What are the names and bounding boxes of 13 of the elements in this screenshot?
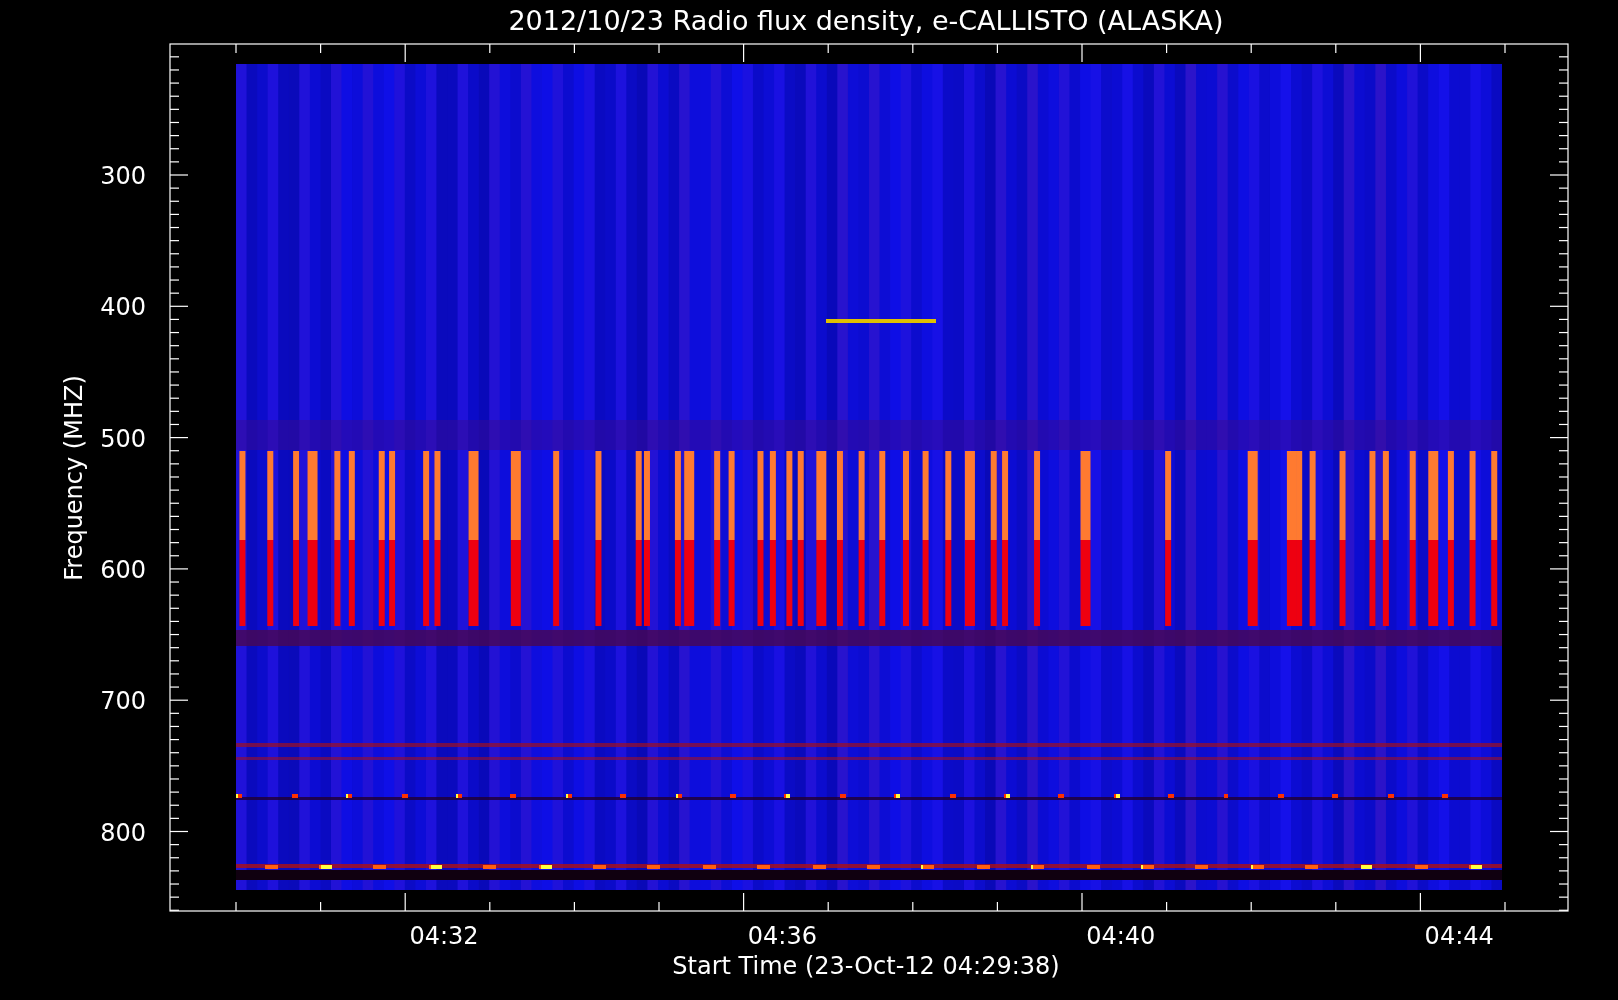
y-tick-label: 400 [100, 293, 146, 322]
y-axis-title: Frequency (MHZ) [60, 375, 88, 581]
x-tick-label: 04:40 [1086, 922, 1156, 950]
plot-title: 2012/10/23 Radio flux density, e-CALLISTO (ALASKA) [508, 5, 1224, 36]
y-tick-label: 600 [100, 555, 146, 584]
y-tick-label: 800 [100, 818, 146, 847]
x-tick-label: 04:36 [747, 922, 817, 950]
y-tick-label: 500 [100, 424, 146, 453]
y-tick-label: 700 [100, 687, 146, 716]
x-tick-label: 04:32 [409, 922, 479, 950]
x-axis-title: Start Time (23-Oct-12 04:29:38) [672, 952, 1060, 980]
x-tick-label: 04:44 [1424, 922, 1494, 950]
y-tick-label: 300 [100, 162, 146, 190]
